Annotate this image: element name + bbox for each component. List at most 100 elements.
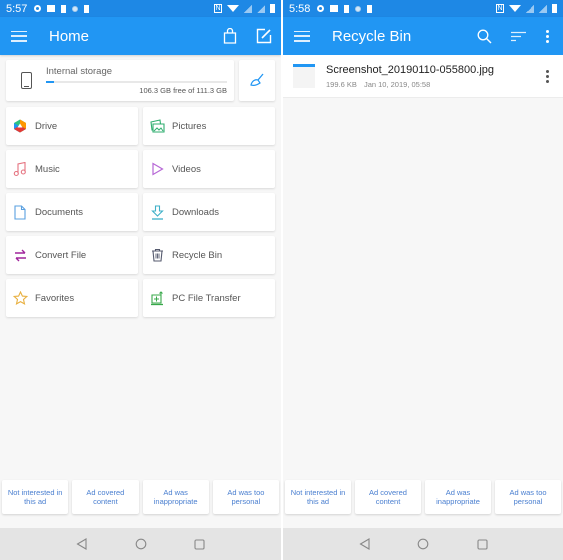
clean-button[interactable] (239, 60, 275, 101)
home-circle-icon (417, 538, 429, 550)
ad-not-interested-button[interactable]: Not interested in this ad (2, 480, 69, 514)
tile-drive[interactable]: Drive (6, 107, 138, 145)
page-title: Home (49, 27, 90, 45)
file-more-button[interactable] (535, 61, 559, 91)
tile-label: Documents (35, 206, 84, 218)
tile-label: Drive (35, 120, 58, 132)
status-bar: 5:57 N (0, 0, 281, 17)
record-notification-icon (72, 5, 79, 12)
internal-storage-card[interactable]: Internal storage 106.3 GB free of 111.3 … (6, 60, 234, 101)
system-nav-bar (283, 528, 563, 560)
tile-favorites[interactable]: Favorites (6, 279, 138, 317)
storage-usage-bar (46, 81, 227, 83)
sync-icon (34, 5, 42, 12)
more-vert-icon (545, 69, 549, 73)
documents-icon (14, 204, 26, 220)
page-title: Recycle Bin (332, 27, 412, 45)
storage-label: Internal storage (46, 66, 113, 77)
ad-feedback-row: Not interested in this ad Ad covered con… (2, 480, 279, 514)
edit-icon (256, 28, 272, 44)
hamburger-icon[interactable] (294, 30, 310, 42)
tile-documents[interactable]: Documents (6, 193, 138, 231)
tile-downloads[interactable]: Downloads (143, 193, 275, 231)
videos-icon (151, 162, 164, 176)
battery-icon (270, 4, 275, 13)
recents-icon (476, 538, 488, 550)
home-circle-icon (135, 538, 146, 550)
nav-recents-button[interactable] (193, 537, 207, 551)
tile-convert-file[interactable]: Convert File (6, 236, 138, 274)
signal-icon (526, 4, 534, 13)
signal-icon (244, 4, 252, 13)
tile-label: Recycle Bin (172, 249, 223, 261)
sync-icon (317, 5, 325, 12)
tile-label: Convert File (35, 249, 87, 261)
hamburger-icon[interactable] (11, 30, 27, 42)
search-icon (477, 29, 491, 43)
image-notification-icon (330, 5, 339, 12)
search-button[interactable] (467, 19, 501, 53)
broom-icon (250, 73, 264, 86)
nav-home-button[interactable] (134, 537, 148, 551)
tile-music[interactable]: Music (6, 150, 138, 188)
trash-notification-icon (344, 4, 350, 13)
nav-back-button[interactable] (357, 537, 371, 551)
tile-pictures[interactable]: Pictures (143, 107, 275, 145)
ad-covered-content-button[interactable]: Ad covered content (355, 480, 421, 514)
trash-notification-icon (367, 4, 373, 13)
ad-too-personal-button[interactable]: Ad was too personal (212, 480, 279, 514)
nav-back-button[interactable] (75, 537, 89, 551)
tile-recycle-bin[interactable]: Recycle Bin (143, 236, 275, 274)
shopping-bag-button[interactable] (213, 19, 247, 53)
more-vert-icon (545, 29, 549, 33)
storage-usage-fill (46, 81, 55, 83)
ad-not-interested-button[interactable]: Not interested in this ad (285, 480, 351, 514)
ad-inappropriate-button[interactable]: Ad was inappropriate (142, 480, 209, 514)
trash-notification-icon (84, 4, 90, 13)
app-bar: Recycle Bin (283, 17, 563, 55)
recycle-bin-screen: 5:58 N Recycle Bin Screenshot_20190110-0… (283, 0, 563, 560)
tile-pc-file-transfer[interactable]: PC File Transfer (143, 279, 275, 317)
signal-icon (539, 4, 547, 13)
nav-recents-button[interactable] (475, 537, 489, 551)
file-thumbnail (293, 64, 315, 88)
ad-covered-content-button[interactable]: Ad covered content (72, 480, 139, 514)
wifi-icon (509, 5, 521, 12)
edit-button[interactable] (247, 19, 281, 53)
shopping-bag-icon (223, 28, 237, 44)
tile-label: Downloads (172, 206, 219, 218)
nfc-icon: N (496, 4, 504, 13)
sort-button[interactable] (501, 19, 535, 53)
ad-too-personal-button[interactable]: Ad was too personal (495, 480, 561, 514)
recents-icon (194, 538, 205, 550)
tile-label: Music (35, 163, 60, 175)
back-icon (76, 538, 87, 550)
nav-home-button[interactable] (416, 537, 430, 551)
nfc-icon: N (214, 4, 222, 13)
signal-icon (257, 4, 265, 13)
storage-free-text: 106.3 GB free of 111.3 GB (139, 86, 227, 95)
battery-icon (552, 4, 557, 13)
ad-inappropriate-button[interactable]: Ad was inappropriate (425, 480, 491, 514)
more-options-button[interactable] (535, 21, 559, 51)
back-icon (358, 538, 370, 550)
record-notification-icon (355, 5, 362, 12)
pictures-icon (149, 119, 165, 133)
star-icon (12, 291, 28, 305)
file-list-item[interactable]: Screenshot_20190110-055800.jpg 199.6 KB … (283, 55, 563, 98)
trash-icon (151, 248, 163, 262)
downloads-icon (150, 204, 164, 220)
status-time: 5:57 (6, 2, 28, 15)
file-size: 199.6 KB (326, 79, 357, 89)
status-bar: 5:58 N (283, 0, 563, 17)
tile-label: PC File Transfer (172, 292, 241, 304)
tile-label: Videos (172, 163, 201, 175)
tile-label: Favorites (35, 292, 75, 304)
tile-videos[interactable]: Videos (143, 150, 275, 188)
file-name: Screenshot_20190110-055800.jpg (326, 63, 494, 76)
category-grid: Drive Pictures Music Videos Documents Do… (6, 107, 275, 317)
trash-notification-icon (61, 4, 67, 13)
drive-icon (14, 119, 26, 133)
image-notification-icon (47, 5, 56, 12)
wifi-icon (227, 5, 239, 12)
